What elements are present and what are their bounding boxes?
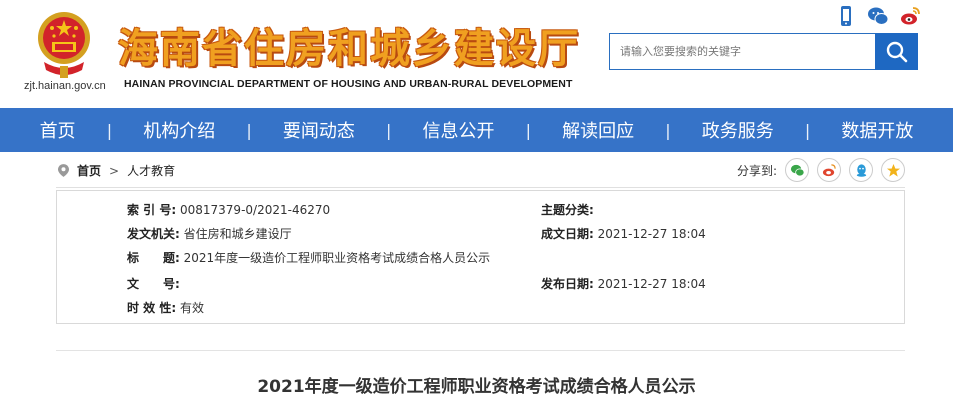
- meta-validity: 时 效 性: 有效: [127, 299, 204, 316]
- meta-index: 索 引 号: 00817379-0/2021-46270: [127, 201, 330, 218]
- site-domain: zjt.hainan.gov.cn: [24, 80, 106, 92]
- wechat-icon[interactable]: [785, 158, 809, 182]
- meta-title-label: 标 题:: [127, 251, 180, 265]
- nav-organization[interactable]: 机构介绍: [143, 117, 215, 143]
- meta-index-value: 00817379-0/2021-46270: [179, 203, 331, 217]
- nav-separator: |: [106, 120, 113, 140]
- location-pin-icon: [58, 164, 69, 177]
- nav-open-data[interactable]: 数据开放: [841, 117, 913, 143]
- qq-icon[interactable]: [849, 158, 873, 182]
- mobile-icon[interactable]: [835, 5, 857, 27]
- meta-org-label: 发文机关:: [127, 227, 180, 241]
- social-links: [835, 5, 921, 27]
- breadcrumb-home[interactable]: 首页: [77, 162, 101, 179]
- chevron-right-icon: >: [109, 163, 120, 178]
- meta-created-label: 成文日期:: [541, 227, 594, 241]
- wechat-icon[interactable]: [867, 5, 889, 27]
- nav-separator: |: [385, 120, 392, 140]
- nav-separator: |: [525, 120, 531, 140]
- nav-home[interactable]: 首页: [40, 117, 76, 143]
- nav-separator: |: [665, 120, 671, 140]
- meta-validity-value: 有效: [179, 301, 204, 315]
- weibo-icon[interactable]: [817, 158, 841, 182]
- site-title: 海南省住房和城乡建设厅: [118, 26, 580, 72]
- meta-org: 发文机关: 省住房和城乡建设厅: [127, 225, 292, 242]
- breadcrumb-current[interactable]: 人才教育: [127, 162, 175, 179]
- qzone-icon[interactable]: [881, 158, 905, 182]
- weibo-icon[interactable]: [899, 5, 921, 27]
- meta-title-value: 2021年度一级造价工程师职业资格考试成绩合格人员公示: [183, 251, 491, 265]
- meta-published-label: 发布日期:: [541, 277, 594, 291]
- meta-topic: 主题分类:: [541, 201, 594, 218]
- meta-title: 标 题: 2021年度一级造价工程师职业资格考试成绩合格人员公示: [127, 249, 490, 266]
- breadcrumb: 首页 > 人才教育: [58, 162, 175, 179]
- nav-separator: |: [246, 120, 252, 140]
- national-emblem-icon: [38, 12, 90, 78]
- meta-index-label: 索 引 号:: [127, 203, 177, 217]
- search-icon: [886, 41, 907, 62]
- meta-published-value: 2021-12-27 18:04: [597, 277, 706, 291]
- meta-created: 成文日期: 2021-12-27 18:04: [541, 225, 706, 242]
- nav-info-disclosure[interactable]: 信息公开: [422, 117, 494, 143]
- nav-news[interactable]: 要闻动态: [283, 117, 355, 143]
- nav-interpretation[interactable]: 解读回应: [562, 117, 634, 143]
- article-title: 2021年度一级造价工程师职业资格考试成绩合格人员公示: [257, 377, 696, 397]
- share-bar: 分享到:: [737, 158, 905, 182]
- meta-created-value: 2021-12-27 18:04: [597, 227, 706, 241]
- search-input[interactable]: [609, 33, 875, 70]
- meta-docno: 文 号:: [127, 275, 180, 292]
- share-label: 分享到:: [736, 163, 777, 178]
- breadcrumb-bar: 首页 > 人才教育 分享到:: [56, 152, 905, 188]
- meta-topic-label: 主题分类:: [541, 203, 594, 217]
- search-bar: [609, 33, 918, 70]
- nav-separator: |: [804, 120, 811, 140]
- section-divider: [56, 350, 905, 351]
- meta-docno-label: 文 号:: [127, 277, 180, 291]
- search-button[interactable]: [875, 33, 918, 70]
- nav-services[interactable]: 政务服务: [702, 117, 774, 143]
- main-nav: 首页 | 机构介绍 | 要闻动态 | 信息公开 | 解读回应 | 政务服务 | …: [0, 108, 953, 152]
- site-header: zjt.hainan.gov.cn 海南省住房和城乡建设厅 HAINAN PRO…: [0, 0, 953, 108]
- meta-validity-label: 时 效 性:: [127, 301, 177, 315]
- meta-published: 发布日期: 2021-12-27 18:04: [541, 275, 706, 292]
- document-metadata: 索 引 号: 00817379-0/2021-46270 主题分类: 发文机关:…: [56, 190, 905, 324]
- site-subtitle: HAINAN PROVINCIAL DEPARTMENT OF HOUSING …: [124, 78, 573, 90]
- meta-org-value: 省住房和城乡建设厅: [183, 227, 292, 241]
